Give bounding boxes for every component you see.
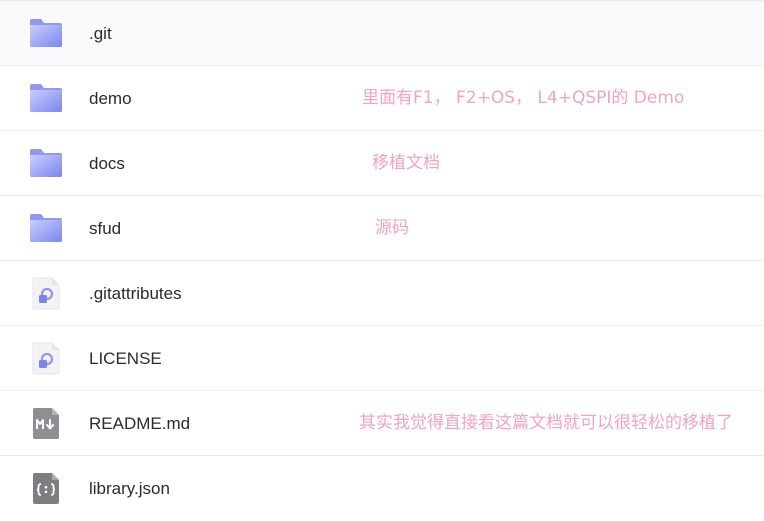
file-row-git[interactable]: .git	[0, 0, 764, 65]
annotation-note: 移植文档	[372, 153, 440, 173]
file-row-demo[interactable]: demo 里面有F1， F2+OS， L4+QSPI的 Demo	[0, 65, 764, 130]
file-row-docs[interactable]: docs 移植文档	[0, 130, 764, 195]
file-name[interactable]: .gitattributes	[89, 261, 182, 326]
generic-file-icon	[32, 342, 60, 375]
file-name[interactable]: demo	[89, 66, 132, 131]
folder-icon	[30, 214, 62, 242]
file-name[interactable]: .git	[89, 1, 112, 66]
folder-icon	[30, 19, 62, 47]
generic-file-icon	[32, 277, 60, 310]
annotation-note: 源码	[375, 218, 409, 238]
file-row-license[interactable]: LICENSE	[0, 325, 764, 390]
file-name[interactable]: README.md	[89, 391, 190, 456]
file-row-readme[interactable]: README.md 其实我觉得直接看这篇文档就可以很轻松的移植了	[0, 390, 764, 455]
folder-icon	[30, 149, 62, 177]
file-name[interactable]: sfud	[89, 196, 121, 261]
file-row-library-json[interactable]: library.json	[0, 455, 764, 520]
folder-icon	[30, 84, 62, 112]
markdown-file-icon	[33, 408, 59, 439]
annotation-note: 其实我觉得直接看这篇文档就可以很轻松的移植了	[359, 413, 733, 433]
file-name[interactable]: library.json	[89, 456, 170, 521]
file-row-sfud[interactable]: sfud 源码	[0, 195, 764, 260]
file-row-gitattributes[interactable]: .gitattributes	[0, 260, 764, 325]
annotation-note: 里面有F1， F2+OS， L4+QSPI的 Demo	[362, 88, 685, 108]
file-name[interactable]: LICENSE	[89, 326, 162, 391]
json-file-icon	[33, 473, 59, 504]
file-name[interactable]: docs	[89, 131, 125, 196]
file-list: .git demo 里面有F1， F2+OS， L4+QSPI的 Demo do…	[0, 0, 764, 513]
